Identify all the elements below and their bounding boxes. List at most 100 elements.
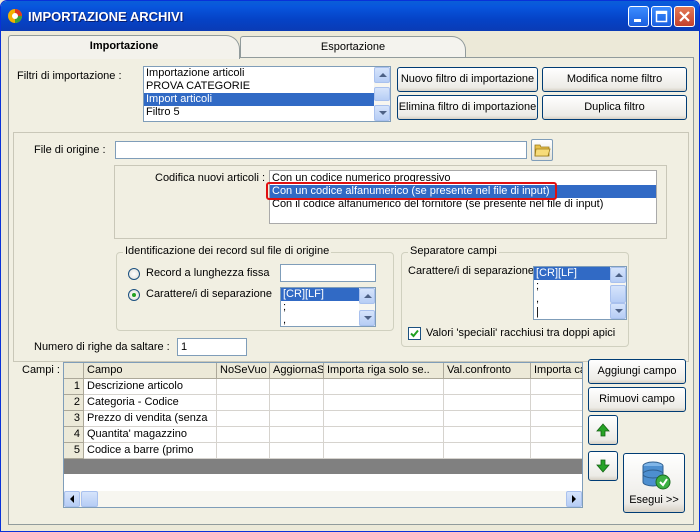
scroll-thumb[interactable] xyxy=(610,285,626,303)
field-separator-scrollbar[interactable] xyxy=(610,267,626,319)
chevron-left-icon xyxy=(70,495,74,503)
table-cell-campo[interactable]: Prezzo di vendita (senza xyxy=(84,411,217,427)
tab-esportazione[interactable]: Esportazione xyxy=(240,36,466,58)
table-cell[interactable] xyxy=(270,395,324,411)
add-field-button[interactable]: Aggiungi campo xyxy=(588,359,686,384)
scroll-down-button[interactable] xyxy=(610,303,626,319)
new-filter-button[interactable]: Nuovo filtro di importazione xyxy=(397,67,538,92)
table-cell[interactable] xyxy=(444,395,531,411)
import-tab-page: Filtri di importazione : Importazione ar… xyxy=(8,57,694,525)
field-separator-listbox[interactable]: [CR][LF] ; , | xyxy=(533,266,627,320)
execute-label: Esegui >> xyxy=(629,494,679,506)
table-cell[interactable] xyxy=(444,443,531,459)
table-cell[interactable] xyxy=(444,427,531,443)
table-cell[interactable] xyxy=(531,379,582,395)
chevron-down-icon xyxy=(364,316,372,320)
scroll-down-button[interactable] xyxy=(374,105,390,121)
table-cell[interactable] xyxy=(444,379,531,395)
table-cell-campo[interactable]: Quantita' magazzino xyxy=(84,427,217,443)
close-button[interactable] xyxy=(674,6,695,27)
execute-button[interactable]: Esegui >> xyxy=(623,453,685,513)
table-cell[interactable] xyxy=(444,411,531,427)
table-cell[interactable] xyxy=(324,427,444,443)
quotes-checkbox[interactable] xyxy=(408,327,421,340)
filter-item[interactable]: Importazione articoli xyxy=(144,67,390,80)
fixed-length-radio[interactable] xyxy=(128,268,140,280)
tab-importazione[interactable]: Importazione xyxy=(8,35,240,59)
scroll-up-button[interactable] xyxy=(359,288,375,304)
scroll-thumb[interactable] xyxy=(81,491,98,507)
column-header-aggiorna[interactable]: AggiornaS xyxy=(270,363,324,379)
folder-open-icon xyxy=(534,144,551,157)
duplicate-filter-button[interactable]: Duplica filtro xyxy=(542,95,687,120)
scroll-up-button[interactable] xyxy=(374,67,390,83)
table-cell[interactable] xyxy=(324,395,444,411)
record-id-title: Identificazione dei record sul file di o… xyxy=(123,245,332,257)
scroll-thumb[interactable] xyxy=(374,87,390,101)
separator-radio[interactable] xyxy=(128,289,140,301)
filter-item[interactable]: Filtro 5 xyxy=(144,106,390,119)
table-cell[interactable] xyxy=(531,395,582,411)
skip-rows-input[interactable]: 1 xyxy=(177,338,247,356)
table-cell[interactable] xyxy=(531,427,582,443)
minimize-icon xyxy=(634,19,641,22)
fixed-length-input[interactable] xyxy=(280,264,376,282)
table-cell[interactable] xyxy=(324,443,444,459)
table-cell[interactable] xyxy=(217,427,270,443)
filter-item-selected[interactable]: Import articoli xyxy=(144,93,390,106)
move-up-button[interactable] xyxy=(588,415,618,445)
table-cell[interactable] xyxy=(270,411,324,427)
import-window: IMPORTAZIONE ARCHIVI Importazione Esport… xyxy=(0,0,700,532)
scroll-left-button[interactable] xyxy=(64,491,80,507)
tab-importazione-label: Importazione xyxy=(89,40,159,52)
filter-item[interactable]: PROVA CATEGORIE xyxy=(144,80,390,93)
table-cell-campo[interactable]: Codice a barre (primo xyxy=(84,443,217,459)
column-header-importa-ca[interactable]: Importa ca xyxy=(531,363,582,379)
table-cell[interactable] xyxy=(531,443,582,459)
column-header-campo[interactable]: Campo xyxy=(84,363,217,379)
filters-listbox[interactable]: Importazione articoli PROVA CATEGORIE Im… xyxy=(143,66,391,122)
table-cell-campo[interactable]: Categoria - Codice xyxy=(84,395,217,411)
chevron-up-icon xyxy=(379,73,387,77)
table-cell[interactable] xyxy=(270,443,324,459)
table-cell[interactable] xyxy=(270,379,324,395)
fields-hscrollbar[interactable] xyxy=(64,491,582,507)
rename-filter-button[interactable]: Modifica nome filtro xyxy=(542,67,687,92)
column-header-nosevuo[interactable]: NoSeVuo xyxy=(217,363,270,379)
table-cell[interactable] xyxy=(270,427,324,443)
table-cell[interactable] xyxy=(217,379,270,395)
maximize-icon xyxy=(655,10,668,23)
encoding-section: Codifica nuovi articoli : Con un codice … xyxy=(114,165,667,239)
table-cell[interactable] xyxy=(324,411,444,427)
row-number: 1 xyxy=(64,379,84,395)
browse-file-button[interactable] xyxy=(531,139,553,161)
record-separator-listbox[interactable]: [CR][LF] ; , xyxy=(280,287,376,327)
table-cell[interactable] xyxy=(324,379,444,395)
table-cell-campo[interactable]: Descrizione articolo xyxy=(84,379,217,395)
column-header-importa-riga[interactable]: Importa riga solo se.. xyxy=(324,363,444,379)
fields-grid[interactable]: Campo NoSeVuo AggiornaS Importa riga sol… xyxy=(63,362,583,508)
record-id-group: Identificazione dei record sul file di o… xyxy=(116,245,394,331)
scroll-up-button[interactable] xyxy=(610,267,626,283)
app-icon xyxy=(8,9,22,23)
table-cell[interactable] xyxy=(217,443,270,459)
record-separator-scrollbar[interactable] xyxy=(359,288,375,326)
filters-label: Filtri di importazione : xyxy=(17,70,122,82)
table-cell[interactable] xyxy=(217,395,270,411)
title-bar[interactable]: IMPORTAZIONE ARCHIVI xyxy=(1,1,699,31)
column-header-val-confronto[interactable]: Val.confronto xyxy=(444,363,531,379)
maximize-button[interactable] xyxy=(651,6,672,27)
scroll-down-button[interactable] xyxy=(359,310,375,326)
move-down-button[interactable] xyxy=(588,451,618,481)
minimize-button[interactable] xyxy=(628,6,649,27)
green-arrow-down-icon xyxy=(596,459,610,473)
row-number: 2 xyxy=(64,395,84,411)
checkmark-icon xyxy=(410,329,419,338)
delete-filter-button[interactable]: Elimina filtro di importazione xyxy=(397,95,538,120)
table-cell[interactable] xyxy=(217,411,270,427)
table-cell[interactable] xyxy=(531,411,582,427)
source-file-input[interactable] xyxy=(115,141,527,159)
scroll-right-button[interactable] xyxy=(566,491,582,507)
remove-field-button[interactable]: Rimuovi campo xyxy=(588,387,686,412)
filters-scrollbar[interactable] xyxy=(374,67,390,121)
